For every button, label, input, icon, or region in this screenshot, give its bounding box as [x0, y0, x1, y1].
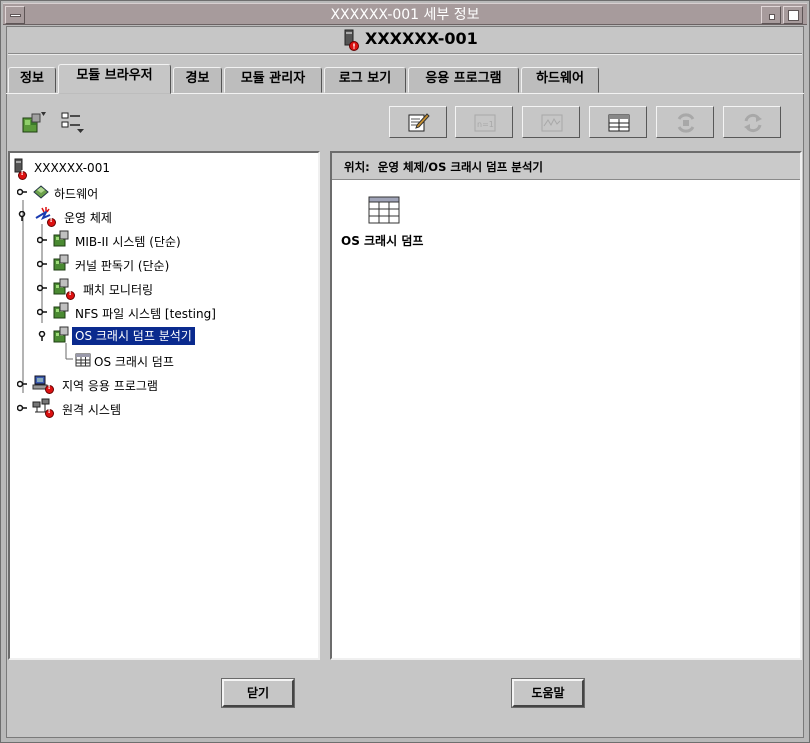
- tree-label: 원격 시스템: [62, 403, 122, 417]
- tree-label: MIB-II 시스템 (단순): [75, 235, 181, 249]
- table-icon: [75, 353, 91, 367]
- numeric-icon: n=1: [474, 114, 496, 132]
- tab-info[interactable]: 정보: [8, 67, 56, 93]
- numeric-view-button[interactable]: n=1: [455, 106, 513, 138]
- expander-icon[interactable]: [37, 235, 47, 245]
- tree-node-crash-dump-table[interactable]: OS 크래시 덤프: [12, 349, 312, 371]
- module-icon: [53, 254, 69, 271]
- tree-label-selected: OS 크래시 덤프 분석기: [72, 327, 195, 345]
- refresh-button[interactable]: [723, 106, 781, 138]
- refresh-icon: [744, 113, 762, 133]
- tree-label: 지역 응용 프로그램: [62, 379, 158, 393]
- tree-node-crash-dump-analyzer[interactable]: OS 크래시 덤프 분석기: [12, 325, 312, 347]
- refresh-module-icon: [677, 113, 695, 133]
- close-button[interactable]: 닫기: [221, 678, 295, 708]
- tab-log-view[interactable]: 로그 보기: [324, 67, 406, 93]
- tab-hardware[interactable]: 하드웨어: [521, 67, 599, 93]
- expander-icon[interactable]: [37, 307, 47, 317]
- expander-icon[interactable]: [17, 187, 27, 197]
- expander-icon[interactable]: [17, 379, 27, 389]
- table-view-button[interactable]: [589, 106, 647, 138]
- module-icon: [53, 302, 69, 319]
- tree-node-hardware[interactable]: 하드웨어: [12, 181, 312, 203]
- maximize-icon: [788, 10, 799, 21]
- title-bar[interactable]: XXXXXX-001 세부 정보: [3, 3, 807, 25]
- module-tree-icon[interactable]: [20, 110, 48, 134]
- window-title: XXXXXX-001 세부 정보: [330, 7, 480, 23]
- tree-label: NFS 파일 시스템 [testing]: [75, 307, 216, 321]
- tree-label: 하드웨어: [54, 187, 99, 201]
- tree-node-root[interactable]: XXXXXX-001: [12, 157, 312, 180]
- header-divider: [8, 53, 802, 55]
- tree-node-patch-monitoring[interactable]: 패치 모니터링: [12, 277, 312, 300]
- expander-icon[interactable]: [37, 283, 47, 293]
- tree-label: 커널 판독기 (단순): [75, 259, 170, 273]
- location-bar: 위치: 운영 체제/OS 크래시 덤프 분석기: [332, 153, 800, 180]
- tree-label: XXXXXX-001: [34, 161, 110, 175]
- tab-alarms[interactable]: 경보: [173, 67, 222, 93]
- expander-icon[interactable]: [17, 403, 27, 413]
- module-icon: [53, 230, 69, 247]
- tree-node-kernel-reader[interactable]: 커널 판독기 (단순): [12, 253, 312, 275]
- graph-icon: [541, 114, 563, 132]
- window-menu-button[interactable]: [5, 6, 25, 24]
- alarm-badge: [45, 407, 54, 418]
- module-icon: [53, 326, 69, 343]
- edit-icon: [408, 113, 430, 132]
- menu-icon: [10, 14, 21, 17]
- tree-node-remote-systems[interactable]: 원격 시스템: [12, 397, 312, 419]
- hardware-icon: [33, 185, 49, 199]
- location-path: 운영 체제/OS 크래시 덤프 분석기: [377, 160, 544, 174]
- table-tile-label[interactable]: OS 크래시 덤프: [341, 232, 423, 249]
- module-tree[interactable]: XXXXXX-001 하드웨어 운영 체제 MIB-II 시스템 (단순): [8, 151, 320, 660]
- tree-node-nfs[interactable]: NFS 파일 시스템 [testing]: [12, 301, 312, 323]
- svg-text:n=1: n=1: [477, 120, 494, 129]
- detail-pane: [330, 151, 802, 660]
- graph-view-button[interactable]: [522, 106, 580, 138]
- edit-button[interactable]: [389, 106, 447, 138]
- alarm-badge: [45, 383, 54, 394]
- maximize-button[interactable]: [783, 6, 803, 24]
- table-tile-icon[interactable]: [368, 196, 400, 224]
- tree-label: OS 크래시 덤프: [94, 355, 174, 369]
- tab-applications[interactable]: 응용 프로그램: [408, 67, 519, 93]
- table-view-icon: [608, 114, 630, 132]
- collapse-icon[interactable]: [17, 211, 27, 221]
- tree-node-local-apps[interactable]: 지역 응용 프로그램: [12, 373, 312, 395]
- tab-module-browser[interactable]: 모듈 브라우저: [58, 64, 171, 94]
- checklist-menu-icon[interactable]: [60, 110, 86, 134]
- tree-node-mib2[interactable]: MIB-II 시스템 (단순): [12, 229, 312, 251]
- expander-icon[interactable]: [37, 259, 47, 269]
- help-button[interactable]: 도움말: [511, 678, 585, 708]
- tree-label: 패치 모니터링: [83, 283, 154, 297]
- minimize-icon: [769, 14, 775, 20]
- alarm-badge: [47, 216, 56, 227]
- host-icon: [344, 29, 359, 51]
- refresh-module-button[interactable]: [656, 106, 714, 138]
- alarm-badge: [18, 169, 27, 180]
- tab-module-manager[interactable]: 모듈 관리자: [224, 67, 322, 93]
- location-label: 위치:: [344, 160, 370, 174]
- host-name: XXXXXX-001: [365, 29, 478, 48]
- collapse-icon[interactable]: [37, 331, 47, 341]
- tree-label: 운영 체제: [64, 211, 112, 225]
- tree-node-os[interactable]: 운영 체제: [12, 205, 312, 227]
- alarm-badge: [66, 289, 75, 300]
- location-text: 위치: 운영 체제/OS 크래시 덤프 분석기: [344, 159, 543, 175]
- minimize-button[interactable]: [761, 6, 781, 24]
